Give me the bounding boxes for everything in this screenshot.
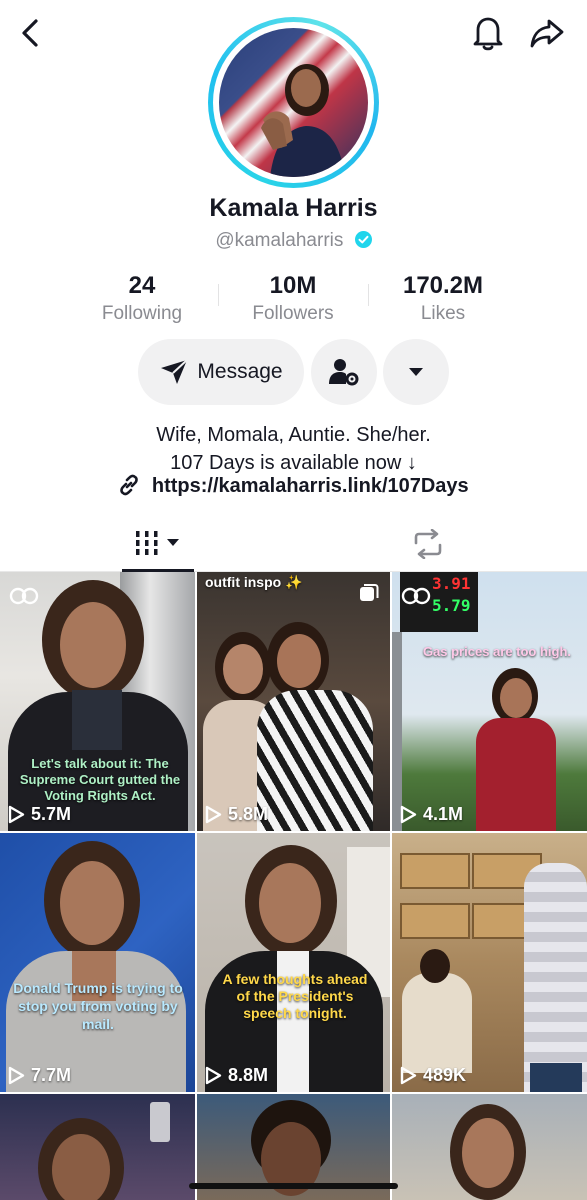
followers-count: 10M bbox=[269, 272, 317, 299]
following-count: 24 bbox=[128, 272, 156, 299]
repost-icon bbox=[414, 529, 442, 559]
video-thumbnail[interactable]: 489K bbox=[392, 833, 587, 1092]
video-thumbnail[interactable]: 3.91 5.79 Gas prices are too high. 4.1M bbox=[392, 572, 587, 831]
back-arrow-icon[interactable] bbox=[14, 16, 48, 50]
profile-name: Kamala Harris bbox=[209, 194, 378, 222]
likes-count: 170.2M bbox=[402, 272, 484, 299]
bio-line: 107 Days is available now ↓ bbox=[170, 452, 417, 474]
profile-photo-person bbox=[261, 64, 346, 177]
avatar bbox=[219, 28, 368, 177]
video-thumbnail[interactable] bbox=[392, 1094, 587, 1200]
play-icon bbox=[205, 805, 222, 824]
profile-actions: Message bbox=[0, 339, 587, 405]
home-indicator[interactable] bbox=[189, 1183, 398, 1189]
video-caption: outfit inspo ✨ bbox=[205, 574, 303, 590]
stat-following[interactable]: 24 Following bbox=[67, 272, 217, 325]
person-settings-icon bbox=[329, 359, 359, 386]
video-thumbnail[interactable]: A few thoughts ahead of the President's … bbox=[197, 833, 390, 1092]
profile-stats: 24 Following 10M Followers 170.2M Likes bbox=[0, 272, 587, 328]
followers-label: Followers bbox=[252, 303, 334, 324]
view-count-text: 4.1M bbox=[423, 804, 464, 824]
link-icon bbox=[120, 474, 139, 496]
verified-badge-icon bbox=[354, 231, 372, 248]
more-options-button[interactable] bbox=[383, 339, 449, 405]
view-count: 489K bbox=[400, 1065, 466, 1086]
profile-link[interactable]: https://kamalaharris.link/107Days bbox=[0, 474, 587, 498]
collab-icon bbox=[401, 587, 431, 605]
profile-handle: @kamalaharris bbox=[215, 230, 344, 251]
following-label: Following bbox=[101, 303, 183, 324]
bio-line: Wife, Momala, Auntie. She/her. bbox=[156, 424, 431, 446]
bell-icon[interactable] bbox=[470, 14, 506, 52]
collab-icon bbox=[9, 587, 39, 605]
view-count-text: 8.8M bbox=[228, 1065, 269, 1085]
view-count-text: 5.8M bbox=[228, 804, 269, 824]
handle-row: @kamalaharris bbox=[0, 230, 587, 252]
send-icon bbox=[161, 359, 189, 384]
video-caption: Gas prices are too high. bbox=[422, 644, 572, 659]
likes-label: Likes bbox=[420, 303, 466, 324]
view-count: 4.1M bbox=[400, 804, 463, 825]
play-icon bbox=[8, 805, 25, 824]
share-icon[interactable] bbox=[528, 16, 566, 50]
manage-friend-button[interactable] bbox=[311, 339, 377, 405]
tab-reposts[interactable] bbox=[392, 516, 464, 572]
video-caption: A few thoughts ahead of the President's … bbox=[222, 971, 368, 1021]
content-tabs bbox=[0, 516, 587, 572]
play-icon bbox=[8, 1066, 25, 1085]
profile-link-text: https://kamalaharris.link/107Days bbox=[151, 475, 469, 497]
message-button[interactable]: Message bbox=[138, 339, 304, 405]
video-thumbnail[interactable]: outfit inspo ✨ 5.8M bbox=[197, 572, 390, 831]
view-count: 8.8M bbox=[205, 1065, 268, 1086]
profile-bio: Wife, Momala, Auntie. She/her. 107 Days … bbox=[0, 421, 587, 477]
play-icon bbox=[400, 805, 417, 824]
photo-stack-icon bbox=[360, 584, 379, 601]
play-icon bbox=[205, 1066, 222, 1085]
view-count: 5.8M bbox=[205, 804, 268, 825]
video-thumbnail[interactable]: Let's talk about it: The Supreme Court g… bbox=[0, 572, 195, 831]
gas-price-top: 3.91 bbox=[432, 574, 471, 593]
caret-down-icon bbox=[409, 368, 423, 376]
video-thumbnail[interactable]: Donald Trump is trying to stop you from … bbox=[0, 833, 195, 1092]
view-count-text: 489K bbox=[423, 1065, 467, 1085]
view-count: 7.7M bbox=[8, 1065, 71, 1086]
video-grid: Let's talk about it: The Supreme Court g… bbox=[0, 572, 587, 1200]
video-caption: Donald Trump is trying to stop you from … bbox=[13, 980, 183, 1032]
gas-price-bottom: 5.79 bbox=[432, 596, 471, 615]
stat-likes[interactable]: 170.2M Likes bbox=[368, 272, 518, 325]
message-button-label: Message bbox=[197, 360, 283, 383]
play-icon bbox=[400, 1066, 417, 1085]
avatar-ring[interactable] bbox=[208, 17, 379, 188]
video-thumbnail[interactable] bbox=[0, 1094, 195, 1200]
stat-followers[interactable]: 10M Followers bbox=[218, 272, 368, 325]
video-caption: Let's talk about it: The Supreme Court g… bbox=[19, 756, 181, 803]
tab-videos[interactable] bbox=[122, 516, 194, 572]
view-count-text: 5.7M bbox=[31, 804, 72, 824]
view-count: 5.7M bbox=[8, 804, 71, 825]
view-count-text: 7.7M bbox=[31, 1065, 72, 1085]
grid-icon bbox=[136, 530, 179, 555]
